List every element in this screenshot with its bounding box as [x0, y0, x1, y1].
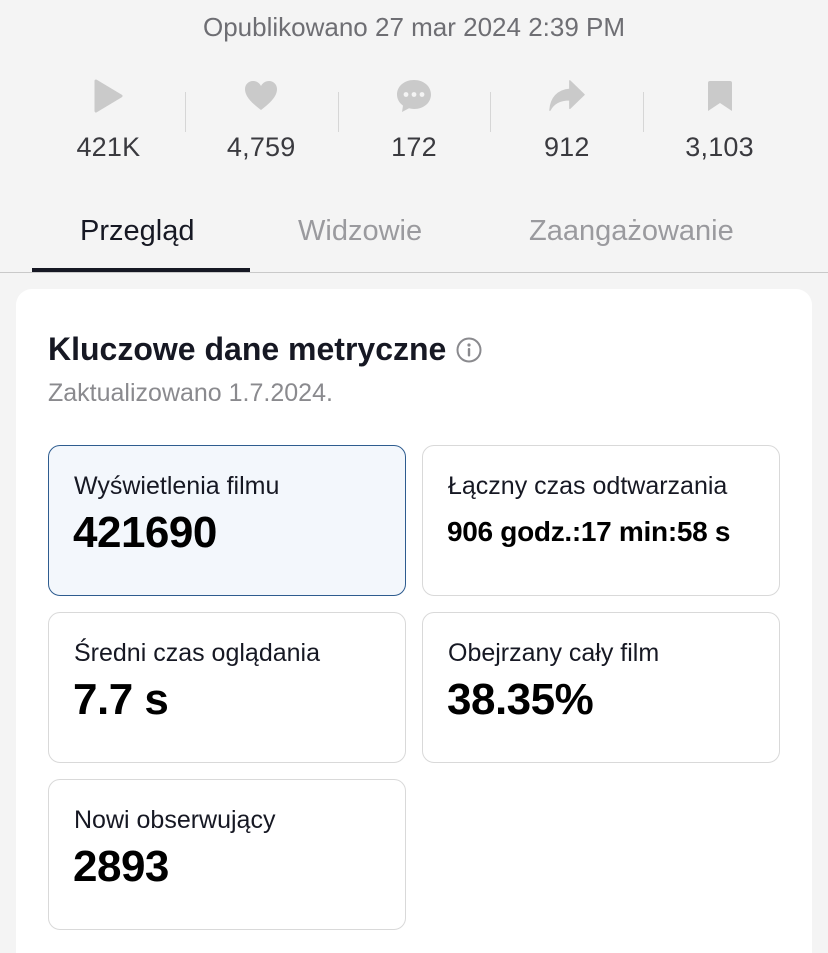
bookmark-icon — [702, 76, 738, 116]
metric-label: Obejrzany cały film — [448, 639, 660, 667]
share-icon — [549, 76, 585, 116]
metric-new-followers[interactable]: Nowi obserwujący 2893 — [48, 779, 406, 930]
metric-value: 2893 — [73, 842, 169, 891]
stat-plays: 421K — [32, 74, 185, 174]
metric-value: 7.7 s — [73, 675, 169, 724]
tab-viewers[interactable]: Widzowie — [298, 215, 422, 248]
metric-label: Wyświetlenia filmu — [74, 472, 280, 500]
tab-overview[interactable]: Przegląd — [80, 215, 194, 248]
metric-full-video-watched[interactable]: Obejrzany cały film 38.35% — [422, 612, 780, 763]
info-icon[interactable] — [456, 337, 482, 363]
active-tab-indicator — [32, 268, 250, 272]
comment-icon — [396, 76, 432, 116]
metric-label: Średni czas oglądania — [74, 639, 320, 667]
stat-saves-value: 3,103 — [685, 132, 754, 162]
stat-likes-value: 4,759 — [226, 132, 296, 162]
published-date: Opublikowano 27 mar 2024 2:39 PM — [202, 12, 626, 42]
metric-value: 421690 — [73, 508, 217, 557]
metric-value: 906 godz.:17 min:58 s — [447, 516, 731, 547]
stat-comments: 172 — [337, 74, 491, 174]
updated-date: Zaktualizowano 1.7.2024. — [48, 379, 333, 407]
stat-shares-value: 912 — [543, 132, 590, 162]
video-stats-row: 421K 4,759 172 912 3,103 — [32, 74, 796, 174]
key-metrics-card: Kluczowe dane metryczne Zaktualizowano 1… — [16, 289, 812, 953]
stat-shares: 912 — [490, 74, 643, 174]
stat-comments-value: 172 — [391, 132, 437, 162]
stat-saves: 3,103 — [643, 74, 796, 174]
metric-total-play-time[interactable]: Łączny czas odtwarzania 906 godz.:17 min… — [422, 445, 780, 596]
stat-likes: 4,759 — [184, 74, 338, 174]
tab-bar: Przegląd Widzowie Zaangażowanie — [0, 200, 828, 273]
play-icon — [90, 76, 126, 116]
key-metrics-title: Kluczowe dane metryczne — [48, 331, 482, 368]
stat-plays-value: 421K — [76, 132, 141, 162]
metric-label: Nowi obserwujący — [74, 806, 276, 834]
metric-label: Łączny czas odtwarzania — [448, 472, 728, 500]
heart-icon — [243, 76, 279, 116]
metric-value: 38.35% — [447, 675, 594, 724]
key-metrics-title-text: Kluczowe dane metryczne — [48, 331, 447, 367]
tab-engagement[interactable]: Zaangażowanie — [529, 215, 734, 248]
metric-video-views[interactable]: Wyświetlenia filmu 421690 — [48, 445, 406, 596]
metric-avg-watch-time[interactable]: Średni czas oglądania 7.7 s — [48, 612, 406, 763]
